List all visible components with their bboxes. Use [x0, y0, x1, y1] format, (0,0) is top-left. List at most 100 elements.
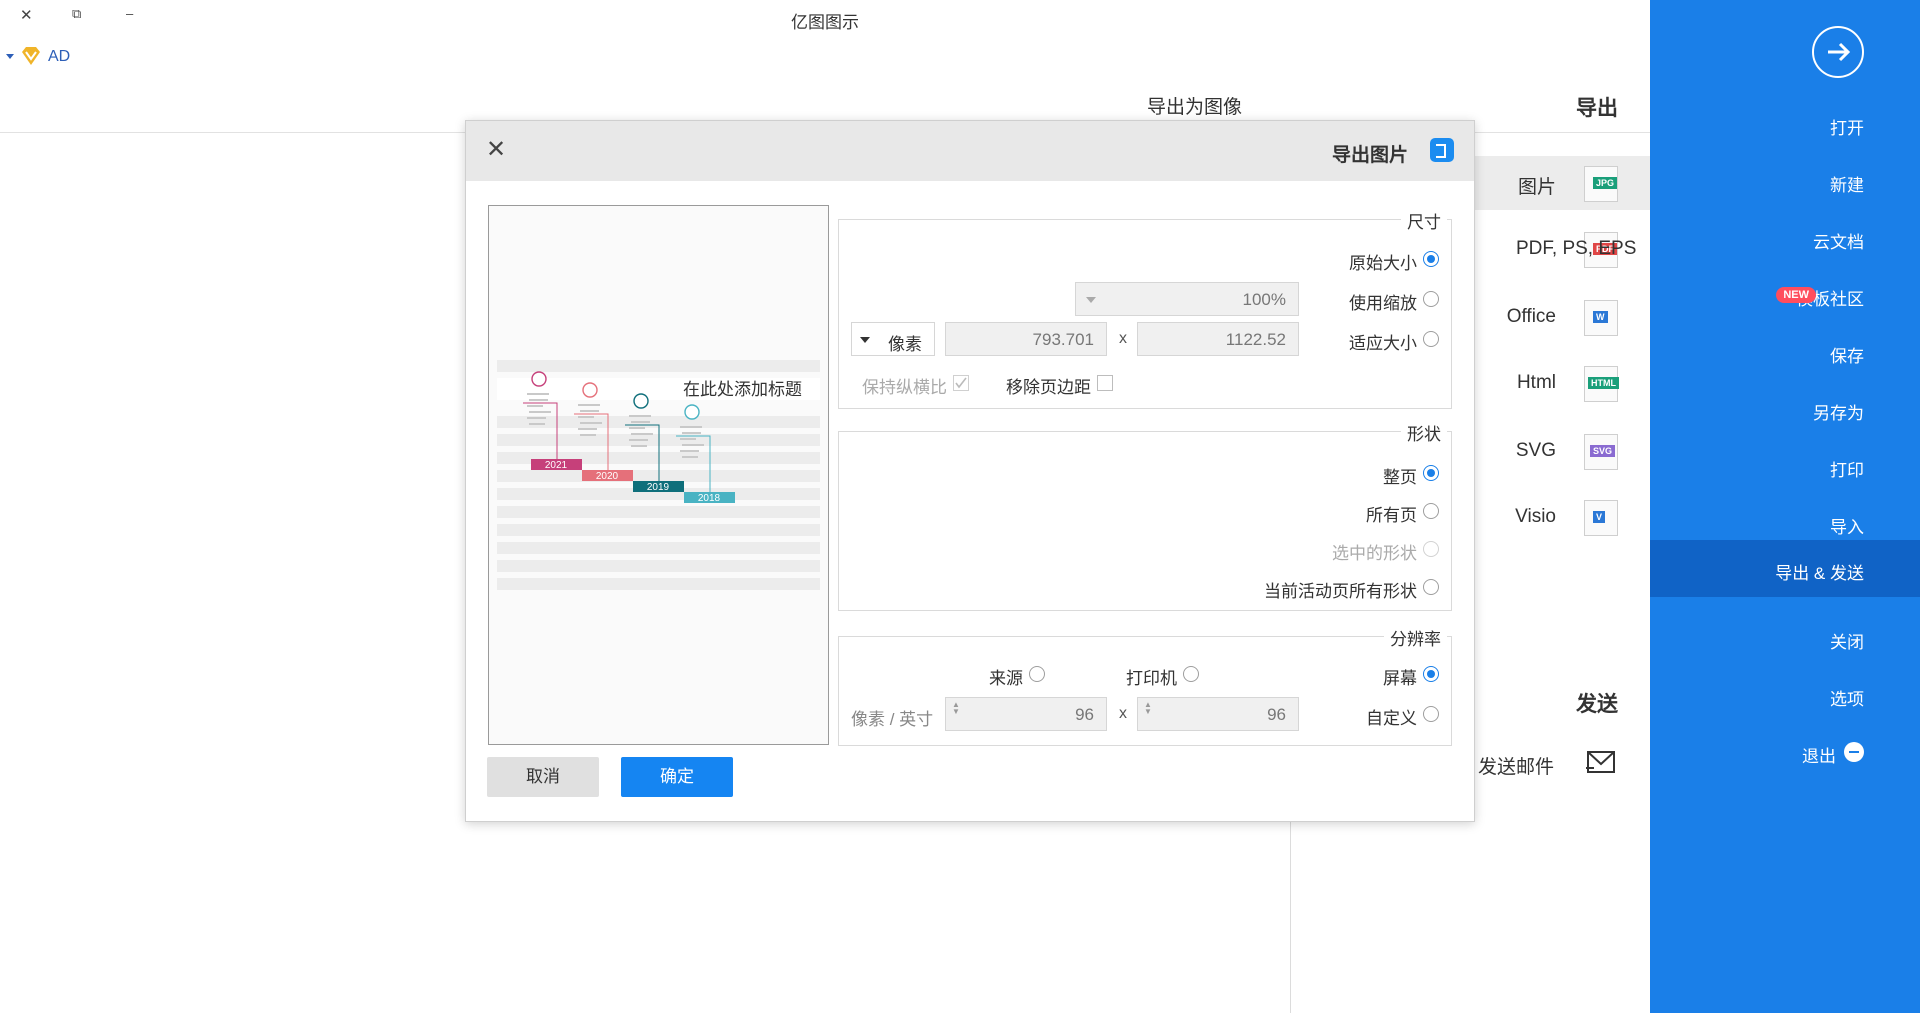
timeline-text-line — [529, 411, 551, 413]
timeline-text-line — [578, 404, 600, 406]
timeline-text-line — [682, 444, 704, 446]
scale-select[interactable]: 100% — [1075, 282, 1299, 316]
res-x-input[interactable]: ▲ ▼ 96 — [1137, 697, 1299, 731]
timeline-text-line — [682, 432, 701, 434]
user-label: AD — [48, 48, 71, 65]
format-label: SVG — [1515, 440, 1556, 461]
unit-select[interactable]: 像素 — [851, 322, 935, 356]
sidebar-item-template-community[interactable]: 模板社区 NEW — [1650, 269, 1920, 321]
keep-ratio-checkbox[interactable]: 保持纵横比 — [851, 372, 969, 397]
sidebar-item-save-as[interactable]: 另存为 — [1650, 383, 1920, 435]
dropdown-arrow-icon — [6, 54, 14, 59]
export-heading: 导出 — [1576, 97, 1618, 120]
timeline-text-line — [680, 450, 699, 452]
timeline-text-line — [578, 428, 597, 430]
export-image-dialog: ✕ 导出图片 在此处添加标题 2021 2020 2019 2018 尺寸 原始大小 … — [465, 120, 1475, 822]
radio-source[interactable]: 来源 — [981, 663, 1045, 688]
sidebar-item-print[interactable]: 打印 — [1650, 440, 1920, 492]
size-group: 尺寸 原始大小 使用缩放 100% 适应大小 1122.52 x 793.701… — [838, 208, 1452, 409]
timeline-text-line — [527, 393, 549, 395]
sidebar-item-close[interactable]: 关闭 — [1650, 612, 1920, 664]
svg-file-icon: SVG — [1584, 434, 1618, 470]
x-separator: x — [1119, 705, 1127, 722]
ok-button[interactable]: 确定 — [621, 757, 733, 797]
sidebar-item-save[interactable]: 保存 — [1650, 326, 1920, 378]
timeline-text-line — [682, 456, 698, 458]
resolution-group: 分辨率 屏幕 打印机 来源 自定义 ▲ ▼ 96 x ▲ ▼ 96 像素 / 英寸 — [838, 625, 1452, 746]
timeline-year-label: 2020 — [596, 471, 619, 482]
vip-diamond-icon — [22, 47, 40, 65]
radio-use-scale[interactable]: 使用缩放 — [1329, 288, 1439, 313]
timeline-text-line — [578, 416, 594, 418]
radio-all-pages[interactable]: 所有页 — [1349, 500, 1439, 525]
width-input[interactable]: 1122.52 — [1137, 322, 1299, 356]
html-file-icon: HTML — [1584, 366, 1619, 402]
word-file-icon: W — [1584, 300, 1618, 336]
remove-margin-checkbox[interactable]: 移除页边距 — [993, 372, 1113, 397]
backstage-sidebar: 打开 新建 云文档 模板社区 NEW 保存 另存为 打印 导入 导出 & 发送 … — [1650, 0, 1920, 1013]
sidebar-item-options[interactable]: 选项 — [1650, 669, 1920, 721]
timeline-text-line — [629, 427, 645, 429]
email-icon — [1586, 751, 1615, 773]
radio-screen[interactable]: 屏幕 — [1369, 663, 1439, 688]
close-icon[interactable]: ✕ — [486, 135, 506, 164]
user-menu[interactable]: AD — [6, 46, 78, 68]
timeline-text-line — [631, 433, 653, 435]
timeline-text-line — [527, 417, 546, 419]
dialog-title: 导出图片 — [1331, 145, 1408, 166]
timeline-text-line — [580, 434, 596, 436]
jpg-file-icon: JPG — [1584, 166, 1618, 202]
timeline-text-line — [629, 415, 651, 417]
preview-title: 在此处添加标题 — [683, 380, 802, 399]
cancel-button[interactable]: 取消 — [487, 757, 599, 797]
radio-whole-page[interactable]: 整页 — [1349, 462, 1439, 487]
radio-custom[interactable]: 自定义 — [1355, 703, 1439, 728]
radio-original-size[interactable]: 原始大小 — [1329, 248, 1439, 273]
app-logo-icon — [1430, 138, 1454, 162]
panel-divider — [1290, 790, 1291, 1013]
x-separator: x — [1119, 330, 1127, 347]
dialog-header: ✕ 导出图片 — [466, 121, 1474, 181]
timeline-year-label: 2021 — [545, 460, 568, 471]
format-label: Office — [1506, 306, 1556, 327]
res-y-input[interactable]: ▲ ▼ 96 — [945, 697, 1107, 731]
sidebar-item-cloud-docs[interactable]: 云文档 — [1650, 212, 1920, 264]
resolution-unit: 像素 / 英寸 — [851, 710, 934, 729]
sidebar-item-export-send[interactable]: 导出 & 发送 — [1650, 540, 1920, 597]
resolution-group-title: 分辨率 — [1384, 625, 1447, 650]
height-input[interactable]: 793.701 — [945, 322, 1107, 356]
timeline-icon — [633, 393, 649, 409]
spinner-icon[interactable]: ▲ ▼ — [952, 701, 962, 716]
timeline-text-line — [580, 410, 599, 412]
preview-diagram: 在此处添加标题 2021 2020 2019 2018 — [497, 360, 820, 590]
timeline-text-line — [580, 422, 602, 424]
timeline-text-line — [529, 399, 548, 401]
timeline-text-line — [631, 421, 650, 423]
timeline-text-line — [527, 405, 543, 407]
shape-group: 形状 整页 所有页 选中的形状 当前活动页所有形状 — [838, 420, 1452, 611]
shape-group-title: 形状 — [1401, 420, 1447, 445]
format-label: Visio — [1515, 506, 1556, 527]
timeline-icon — [582, 382, 598, 398]
sidebar-item-exit[interactable]: 退出 — [1650, 726, 1920, 778]
format-label: Html — [1516, 372, 1556, 393]
spinner-icon[interactable]: ▲ ▼ — [1144, 701, 1154, 716]
new-badge: NEW — [1776, 287, 1816, 303]
back-arrow-icon[interactable] — [1812, 26, 1864, 78]
timeline-text-line — [631, 445, 647, 447]
sidebar-item-open[interactable]: 打开 — [1650, 98, 1920, 150]
timeline-text-line — [629, 439, 648, 441]
radio-active-page-shapes[interactable]: 当前活动页所有形状 — [1239, 576, 1439, 601]
radio-fit-size[interactable]: 适应大小 — [1329, 328, 1439, 353]
send-email-item[interactable]: 发送邮件 — [1470, 742, 1650, 782]
size-group-title: 尺寸 — [1401, 208, 1447, 233]
timeline-icon — [531, 371, 547, 387]
page-heading: 导出为图像 — [1147, 97, 1243, 118]
send-heading: 发送 — [1576, 693, 1618, 716]
timeline-text-line — [529, 423, 545, 425]
export-preview: 在此处添加标题 2021 2020 2019 2018 — [488, 205, 829, 745]
format-label: PDF, PS, EPS — [1516, 238, 1637, 259]
sidebar-item-new[interactable]: 新建 — [1650, 155, 1920, 207]
radio-printer[interactable]: 打印机 — [1119, 663, 1199, 688]
format-label: 图片 — [1517, 177, 1556, 198]
